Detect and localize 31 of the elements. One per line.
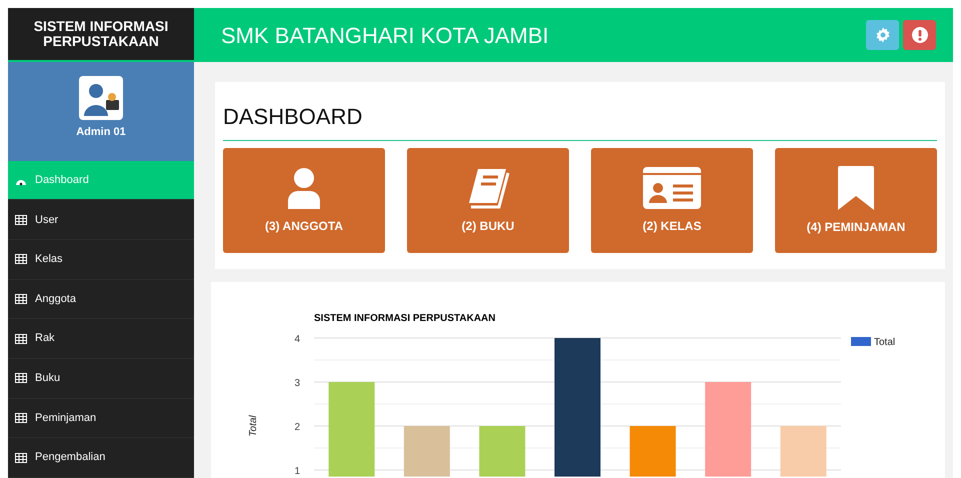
page-title: SMK BATANGHARI KOTA JAMBI [221,22,550,50]
axis-title: Total [248,416,259,438]
alert-icon [912,27,928,43]
chart-title: SISTEM INFORMASI PERPUSTAKAAN [314,313,496,324]
table-icon [15,294,27,304]
avatar-icon [79,76,123,120]
section-title: DASHBOARD [223,104,937,142]
person-icon [286,166,322,209]
stat-tile[interactable]: (2) BUKU [407,148,569,254]
bookmark-icon [838,166,874,210]
stat-tile[interactable]: (3) ANGGOTA [223,148,385,254]
alert-button[interactable] [903,20,936,50]
axis-tick-label: 1 [294,466,300,478]
stat-tile[interactable]: (4) PEMINJAMAN [775,148,937,254]
table-icon [15,334,27,344]
id-card-icon [643,166,701,209]
axis-tick-label: 3 [294,378,300,390]
table-icon [15,373,27,384]
user-name: Admin 01 [76,124,126,140]
table-icon [15,452,27,463]
settings-icon [874,27,890,43]
table-icon [15,254,27,264]
legend-label: Total [874,337,896,348]
axis-tick-label: 2 [294,422,300,434]
table-icon [15,413,27,424]
stat-tile[interactable]: (2) KELAS [591,148,753,254]
settings-button[interactable] [866,20,899,50]
table-icon [15,214,27,225]
legend-swatch [851,337,871,346]
book-icon [466,166,510,209]
axis-tick-label: 4 [294,334,300,346]
